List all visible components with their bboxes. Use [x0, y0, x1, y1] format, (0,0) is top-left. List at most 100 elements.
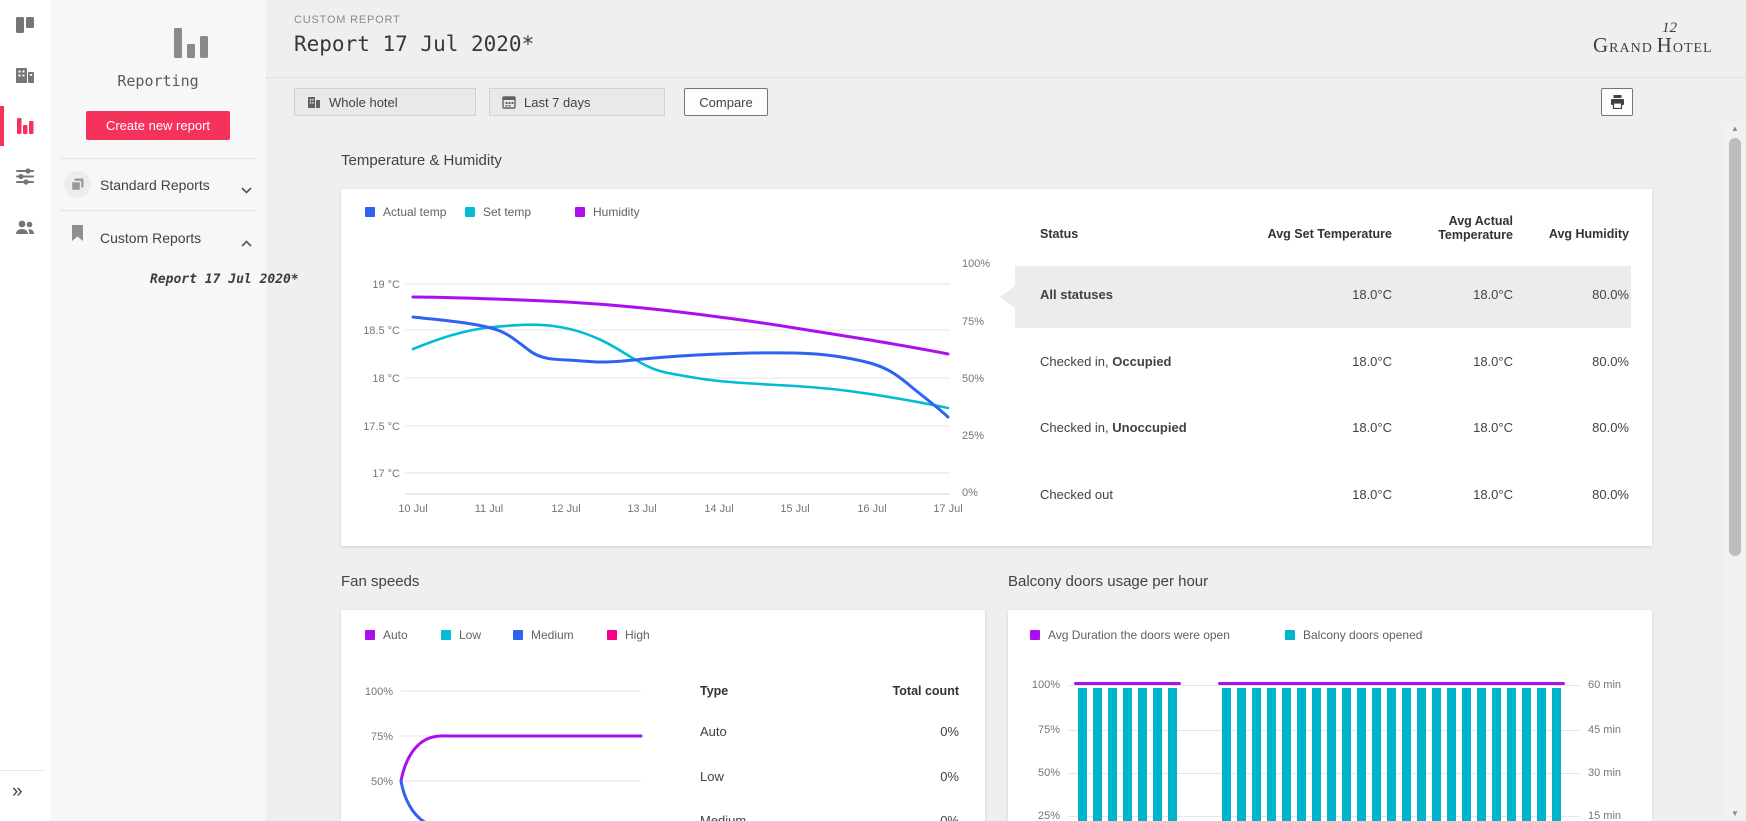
- col-header-avg-humidity: Avg Humidity: [1519, 227, 1629, 241]
- compare-button[interactable]: Compare: [684, 88, 768, 116]
- temperature-card: Actual temp Set temp Humidity 19 °C 18.5…: [341, 189, 1652, 546]
- col-header-status: Status: [1040, 227, 1078, 241]
- svg-text:19 °C: 19 °C: [372, 279, 400, 291]
- expand-sidebar-button[interactable]: »: [12, 781, 23, 803]
- sidebar-item-label: Standard Reports: [100, 177, 210, 193]
- sidebar-divider: [60, 158, 256, 159]
- dashboard-icon: [14, 14, 36, 36]
- svg-text:15 Jul: 15 Jul: [780, 503, 809, 515]
- hotel-icon: [307, 95, 321, 109]
- nav-properties-icon[interactable]: [0, 55, 50, 95]
- chevron-down-icon: [241, 181, 252, 199]
- legend-auto[interactable]: Auto: [365, 628, 408, 642]
- svg-text:17.5 °C: 17.5 °C: [363, 421, 400, 433]
- sidebar-report-item[interactable]: Report 17 Jul 2020*: [150, 272, 299, 287]
- sliders-icon: [14, 165, 36, 187]
- legend-swatch: [513, 630, 523, 640]
- chevrons-right-icon: »: [12, 781, 23, 802]
- legend-low[interactable]: Low: [441, 628, 481, 642]
- col-header-total-count: Total count: [809, 684, 959, 698]
- scroll-down-arrow[interactable]: ▼: [1724, 807, 1746, 821]
- legend-set-temp[interactable]: Set temp: [465, 205, 531, 219]
- section-title-fan-speeds: Fan speeds: [341, 573, 419, 590]
- legend-actual-temp[interactable]: Actual temp: [365, 205, 446, 219]
- icon-rail: »: [0, 0, 50, 821]
- svg-text:100%: 100%: [365, 686, 393, 698]
- copy-icon: [64, 171, 91, 198]
- svg-text:10 Jul: 10 Jul: [398, 503, 427, 515]
- nav-dashboard-icon[interactable]: [0, 5, 50, 45]
- sidebar-item-standard-reports[interactable]: Standard Reports: [50, 163, 266, 207]
- page-title: Report 17 Jul 2020*: [294, 32, 534, 56]
- series-set-temp-line: [413, 325, 948, 408]
- bar-chart-icon: [14, 115, 36, 137]
- bookmark-icon: [71, 225, 84, 246]
- col-header-avg-actual: Avg ActualTemperature: [1413, 214, 1513, 242]
- series-medium-line: [401, 781, 489, 821]
- bars-group-1: [1078, 688, 1177, 821]
- printer-icon: [1610, 95, 1625, 109]
- svg-text:75%: 75%: [962, 316, 984, 328]
- svg-text:18 °C: 18 °C: [372, 373, 400, 385]
- temperature-humidity-chart: 19 °C 18.5 °C 18 °C 17.5 °C 17 °C 100% 7…: [343, 228, 1003, 528]
- reporting-big-icon: [172, 28, 210, 63]
- svg-text:25%: 25%: [962, 430, 984, 442]
- legend-swatch: [441, 630, 451, 640]
- fan-speeds-card: Auto Low Medium High 100% 75% 50% 25%: [341, 610, 985, 821]
- section-title-balcony-doors: Balcony doors usage per hour: [1008, 573, 1208, 590]
- legend-medium[interactable]: Medium: [513, 628, 574, 642]
- nav-people-icon[interactable]: [0, 207, 50, 247]
- sidebar-divider: [60, 210, 256, 211]
- report-type-label: CUSTOM REPORT: [294, 14, 401, 26]
- legend-swatch: [575, 207, 585, 217]
- series-auto-line: [401, 736, 641, 781]
- calendar-icon: [502, 95, 516, 109]
- legend-swatch: [365, 630, 375, 640]
- legend-swatch: [607, 630, 617, 640]
- header-divider: [266, 77, 1746, 78]
- legend-swatch: [1030, 630, 1040, 640]
- bars-group-2: [1222, 688, 1561, 821]
- legend-swatch: [365, 207, 375, 217]
- legend-swatch: [1285, 630, 1295, 640]
- legend-doors-opened[interactable]: Balcony doors opened: [1285, 628, 1422, 642]
- series-humidity-line: [413, 297, 948, 354]
- svg-text:13 Jul: 13 Jul: [627, 503, 656, 515]
- vertical-scrollbar[interactable]: ▲ ▼: [1724, 122, 1746, 821]
- chevron-up-icon: [241, 234, 252, 252]
- legend-humidity[interactable]: Humidity: [575, 205, 640, 219]
- sidebar-item-label: Custom Reports: [100, 230, 201, 246]
- avg-duration-line-2: [1218, 682, 1565, 685]
- print-button[interactable]: [1601, 88, 1633, 116]
- col-header-avg-set: Avg Set Temperature: [1232, 227, 1392, 241]
- grand-hotel-logo: GRAND HOTEL 12: [1593, 21, 1723, 61]
- legend-swatch: [465, 207, 475, 217]
- people-icon: [14, 216, 36, 238]
- svg-text:0%: 0%: [962, 487, 978, 499]
- logo-ornament: 12: [1662, 20, 1677, 37]
- svg-text:17 °C: 17 °C: [372, 468, 400, 480]
- legend-avg-duration[interactable]: Avg Duration the doors were open: [1030, 628, 1230, 642]
- nav-settings-icon[interactable]: [0, 156, 50, 196]
- svg-text:75%: 75%: [371, 731, 393, 743]
- legend-high[interactable]: High: [607, 628, 650, 642]
- svg-text:50%: 50%: [962, 373, 984, 385]
- fan-speeds-chart: 100% 75% 50% 25%: [341, 670, 671, 821]
- nav-reporting-icon[interactable]: [0, 106, 50, 146]
- balcony-doors-card: Avg Duration the doors were open Balcony…: [1008, 610, 1652, 821]
- svg-text:17 Jul: 17 Jul: [933, 503, 962, 515]
- scroll-up-arrow[interactable]: ▲: [1724, 122, 1746, 136]
- series-actual-temp-line: [413, 317, 948, 417]
- svg-text:100%: 100%: [962, 258, 990, 270]
- create-new-report-button[interactable]: Create new report: [86, 111, 230, 140]
- svg-text:11 Jul: 11 Jul: [475, 503, 504, 515]
- property-filter[interactable]: Whole hotel: [294, 88, 476, 116]
- sidebar-item-custom-reports[interactable]: Custom Reports: [50, 216, 266, 260]
- sidebar-title: Reporting: [50, 72, 266, 90]
- svg-text:12 Jul: 12 Jul: [551, 503, 580, 515]
- scrollbar-thumb[interactable]: [1729, 138, 1741, 556]
- date-range-value: Last 7 days: [524, 95, 591, 110]
- date-range-filter[interactable]: Last 7 days: [489, 88, 665, 116]
- property-filter-value: Whole hotel: [329, 95, 398, 110]
- avg-duration-line-1: [1074, 682, 1181, 685]
